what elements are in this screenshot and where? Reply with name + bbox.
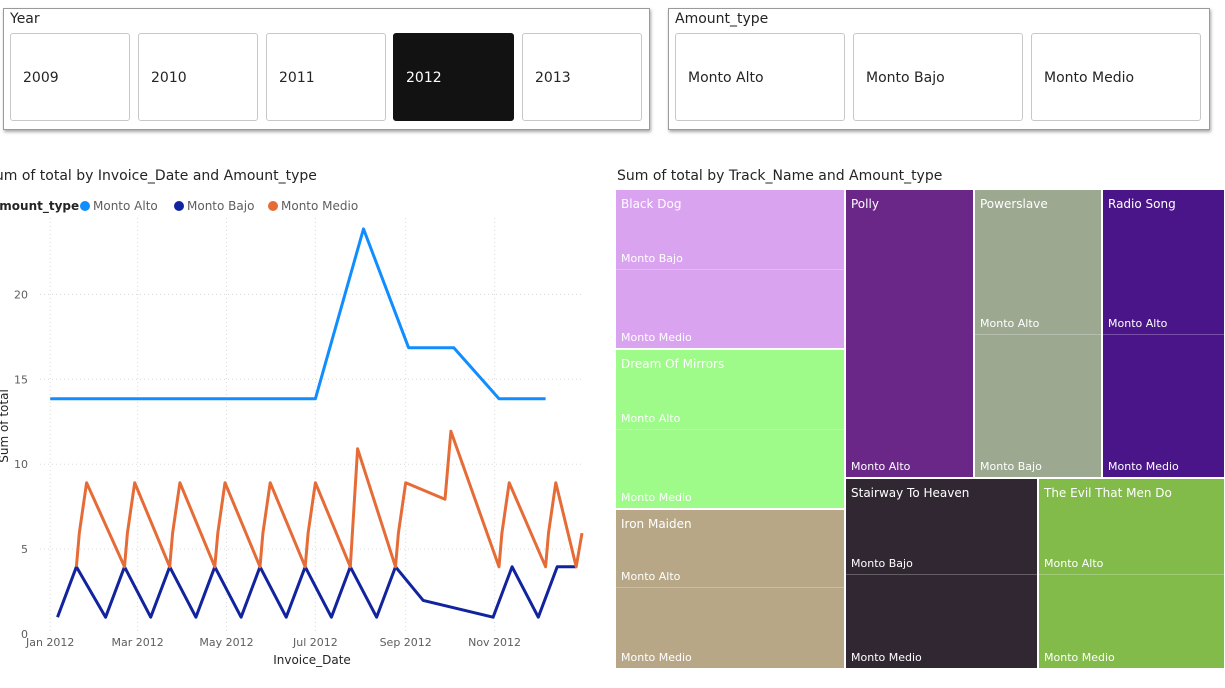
legend-label-2: Monto Medio: [281, 199, 358, 213]
treemap-segment-label: Monto Alto: [1108, 316, 1168, 330]
treemap-segment-divider: [1039, 573, 1224, 575]
amount-tile-monto-medio[interactable]: Monto Medio: [1031, 33, 1201, 121]
treemap-segment-label: Monto Medio: [1044, 651, 1115, 664]
treemap-segment-divider: [616, 269, 844, 270]
year-slicer: Year 2009 2010 2011 2012 2013: [3, 8, 650, 130]
treemap[interactable]: Black Dog Monto Bajo Monto Medio Dream Of M…: [615, 189, 1225, 669]
legend-title: Amount_type: [0, 199, 79, 214]
treemap-track-label: Polly: [851, 197, 879, 211]
treemap-segment-label: Monto Medio: [1108, 460, 1179, 473]
treemap-cell-powerslave[interactable]: Powerslave Monto Alto Monto Bajo: [974, 189, 1102, 478]
treemap-cell-iron-maiden[interactable]: Iron Maiden Monto Alto Monto Medio: [615, 509, 845, 669]
legend-marker-1: [174, 201, 184, 211]
year-tile-2013[interactable]: 2013: [522, 33, 642, 121]
treemap-segment-label: Monto Medio: [621, 491, 692, 504]
line-chart[interactable]: Amount_type Monto Alto Monto Bajo Monto Med…: [0, 188, 600, 688]
treemap-segment-divider: [616, 587, 844, 589]
y-tick-label-2: 10: [14, 458, 28, 471]
treemap-title: Sum of total by Track_Name and Amount_ty…: [617, 168, 943, 184]
x-tick-label-1: Mar 2012: [111, 636, 163, 649]
amount-tile-label: Monto Alto: [688, 70, 764, 86]
year-tile-label: 2009: [23, 70, 59, 86]
x-tick-label-0: Jan 2012: [25, 636, 74, 649]
legend-label-0: Monto Alto: [93, 199, 158, 213]
y-tick-label-4: 20: [14, 288, 28, 301]
treemap-segment-label: Monto Alto: [980, 316, 1040, 330]
treemap-segment-label: Monto Bajo: [980, 460, 1042, 473]
year-tile-label: 2011: [279, 70, 315, 86]
line-chart-title: Sum of total by Invoice_Date and Amount_…: [0, 168, 317, 184]
treemap-track-label: Iron Maiden: [621, 517, 692, 531]
treemap-cell-dream-of-mirrors[interactable]: Dream Of Mirrors Monto Alto Monto Medio: [615, 349, 845, 509]
treemap-segment-label: Monto Medio: [621, 651, 692, 664]
amount-type-slicer-header: Amount_type: [675, 11, 769, 27]
x-tick-label-2: May 2012: [199, 636, 253, 649]
treemap-segment-label: Monto Alto: [851, 460, 911, 473]
treemap-track-label: Radio Song: [1108, 197, 1176, 211]
year-tile-label: 2013: [535, 70, 571, 86]
treemap-track-label: Dream Of Mirrors: [621, 357, 725, 371]
treemap-segment-label: Monto Medio: [851, 651, 922, 664]
year-tile-2012[interactable]: 2012: [393, 33, 514, 121]
treemap-segment-label: Monto Bajo: [621, 252, 683, 265]
year-slicer-header: Year: [10, 11, 40, 27]
amount-tile-monto-bajo[interactable]: Monto Bajo: [853, 33, 1023, 121]
treemap-segment-label: Monto Alto: [621, 412, 681, 425]
legend-label-1: Monto Bajo: [187, 199, 254, 213]
x-axis-title: Invoice_Date: [273, 653, 351, 667]
treemap-cell-the-evil-that-men-do[interactable]: The Evil That Men Do Monto Alto Monto Medi…: [1038, 478, 1225, 669]
year-tile-label: 2010: [151, 70, 187, 86]
treemap-track-label: Stairway To Heaven: [851, 486, 970, 500]
amount-tile-label: Monto Bajo: [866, 70, 945, 86]
x-tick-label-5: Nov 2012: [468, 636, 521, 649]
treemap-track-label: Black Dog: [621, 197, 682, 211]
treemap-segment-label: Monto Alto: [1044, 556, 1104, 570]
legend-marker-2: [268, 201, 278, 211]
y-tick-label-3: 15: [14, 373, 28, 386]
treemap-segment-divider: [975, 333, 1101, 335]
amount-tile-monto-alto[interactable]: Monto Alto: [675, 33, 845, 121]
series-line-monto-bajo[interactable]: [56, 565, 577, 619]
series-line-monto-medio[interactable]: [74, 429, 584, 569]
treemap-segment-divider: [616, 429, 844, 430]
year-tile-2009[interactable]: 2009: [10, 33, 130, 121]
y-tick-label-1: 5: [21, 543, 28, 556]
treemap-track-label: Powerslave: [980, 197, 1048, 211]
treemap-cell-black-dog[interactable]: Black Dog Monto Bajo Monto Medio: [615, 189, 845, 349]
amount-tile-label: Monto Medio: [1044, 70, 1135, 86]
treemap-cell-polly[interactable]: Polly Monto Alto: [845, 189, 974, 478]
series-line-monto-alto[interactable]: [50, 227, 546, 401]
treemap-segment-divider: [846, 573, 1037, 575]
year-tile-2010[interactable]: 2010: [138, 33, 258, 121]
treemap-cell-stairway-to-heaven[interactable]: Stairway To Heaven Monto Bajo Monto Medio: [845, 478, 1038, 669]
amount-type-slicer: Amount_type Monto Alto Monto Bajo Monto …: [668, 8, 1210, 130]
treemap-segment-label: Monto Bajo: [851, 556, 913, 570]
y-axis-title: Sum of total: [0, 389, 11, 463]
treemap-segment-label: Monto Medio: [621, 331, 692, 344]
x-tick-label-4: Sep 2012: [380, 636, 432, 649]
legend-marker-0: [80, 201, 90, 211]
year-tile-2011[interactable]: 2011: [266, 33, 386, 121]
year-tile-label: 2012: [406, 70, 442, 86]
treemap-cell-radio-song[interactable]: Radio Song Monto Alto Monto Medio: [1102, 189, 1225, 478]
treemap-segment-label: Monto Alto: [621, 570, 681, 584]
treemap-track-label: The Evil That Men Do: [1044, 486, 1172, 500]
x-tick-label-3: Jul 2012: [292, 636, 338, 649]
treemap-segment-divider: [1103, 333, 1224, 335]
